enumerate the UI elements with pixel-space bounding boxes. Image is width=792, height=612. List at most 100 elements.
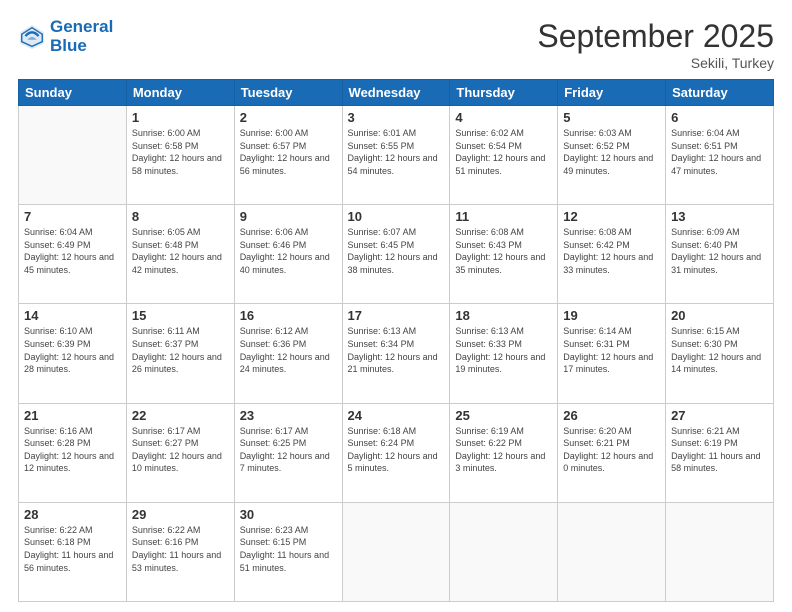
day-number: 10 (348, 209, 445, 224)
calendar-cell: 19 Sunrise: 6:14 AMSunset: 6:31 PMDayligh… (558, 304, 666, 403)
day-info: Sunrise: 6:04 AMSunset: 6:51 PMDaylight:… (671, 127, 768, 177)
calendar-cell (19, 106, 127, 205)
day-info: Sunrise: 6:18 AMSunset: 6:24 PMDaylight:… (348, 425, 445, 475)
day-info: Sunrise: 6:21 AMSunset: 6:19 PMDaylight:… (671, 425, 768, 475)
day-number: 19 (563, 308, 660, 323)
calendar-cell: 8 Sunrise: 6:05 AMSunset: 6:48 PMDaylight… (126, 205, 234, 304)
calendar-cell: 21 Sunrise: 6:16 AMSunset: 6:28 PMDayligh… (19, 403, 127, 502)
day-number: 5 (563, 110, 660, 125)
day-number: 29 (132, 507, 229, 522)
subtitle: Sekili, Turkey (537, 55, 774, 71)
day-number: 9 (240, 209, 337, 224)
day-number: 16 (240, 308, 337, 323)
calendar-cell (666, 502, 774, 601)
calendar-cell: 26 Sunrise: 6:20 AMSunset: 6:21 PMDayligh… (558, 403, 666, 502)
day-number: 23 (240, 408, 337, 423)
calendar-cell: 30 Sunrise: 6:23 AMSunset: 6:15 PMDayligh… (234, 502, 342, 601)
day-number: 14 (24, 308, 121, 323)
calendar-cell: 29 Sunrise: 6:22 AMSunset: 6:16 PMDayligh… (126, 502, 234, 601)
day-info: Sunrise: 6:15 AMSunset: 6:30 PMDaylight:… (671, 325, 768, 375)
day-number: 4 (455, 110, 552, 125)
day-info: Sunrise: 6:05 AMSunset: 6:48 PMDaylight:… (132, 226, 229, 276)
week-row-0: 1 Sunrise: 6:00 AMSunset: 6:58 PMDaylight… (19, 106, 774, 205)
day-number: 15 (132, 308, 229, 323)
day-info: Sunrise: 6:19 AMSunset: 6:22 PMDaylight:… (455, 425, 552, 475)
calendar-cell: 7 Sunrise: 6:04 AMSunset: 6:49 PMDaylight… (19, 205, 127, 304)
day-number: 30 (240, 507, 337, 522)
day-info: Sunrise: 6:20 AMSunset: 6:21 PMDaylight:… (563, 425, 660, 475)
day-info: Sunrise: 6:23 AMSunset: 6:15 PMDaylight:… (240, 524, 337, 574)
day-info: Sunrise: 6:00 AMSunset: 6:57 PMDaylight:… (240, 127, 337, 177)
calendar-cell: 6 Sunrise: 6:04 AMSunset: 6:51 PMDaylight… (666, 106, 774, 205)
calendar-cell: 24 Sunrise: 6:18 AMSunset: 6:24 PMDayligh… (342, 403, 450, 502)
day-info: Sunrise: 6:13 AMSunset: 6:34 PMDaylight:… (348, 325, 445, 375)
weekday-header-saturday: Saturday (666, 80, 774, 106)
day-info: Sunrise: 6:00 AMSunset: 6:58 PMDaylight:… (132, 127, 229, 177)
calendar-cell: 18Sunrise: 6:13 AMSunset: 6:33 PMDayligh… (450, 304, 558, 403)
calendar-cell: 27Sunrise: 6:21 AMSunset: 6:19 PMDayligh… (666, 403, 774, 502)
day-info: Sunrise: 6:10 AMSunset: 6:39 PMDaylight:… (24, 325, 121, 375)
day-info: Sunrise: 6:17 AMSunset: 6:25 PMDaylight:… (240, 425, 337, 475)
calendar-cell: 15 Sunrise: 6:11 AMSunset: 6:37 PMDayligh… (126, 304, 234, 403)
weekday-header-friday: Friday (558, 80, 666, 106)
day-number: 3 (348, 110, 445, 125)
day-info: Sunrise: 6:09 AMSunset: 6:40 PMDaylight:… (671, 226, 768, 276)
day-number: 6 (671, 110, 768, 125)
day-number: 21 (24, 408, 121, 423)
calendar-cell: 17Sunrise: 6:13 AMSunset: 6:34 PMDayligh… (342, 304, 450, 403)
logo-icon (18, 23, 46, 51)
day-number: 12 (563, 209, 660, 224)
weekday-header-thursday: Thursday (450, 80, 558, 106)
day-number: 20 (671, 308, 768, 323)
calendar-cell: 20 Sunrise: 6:15 AMSunset: 6:30 PMDayligh… (666, 304, 774, 403)
day-info: Sunrise: 6:22 AMSunset: 6:18 PMDaylight:… (24, 524, 121, 574)
day-number: 28 (24, 507, 121, 522)
calendar-cell: 22Sunrise: 6:17 AMSunset: 6:27 PMDayligh… (126, 403, 234, 502)
week-row-1: 7 Sunrise: 6:04 AMSunset: 6:49 PMDaylight… (19, 205, 774, 304)
day-number: 7 (24, 209, 121, 224)
day-number: 8 (132, 209, 229, 224)
week-row-4: 28 Sunrise: 6:22 AMSunset: 6:18 PMDayligh… (19, 502, 774, 601)
calendar-cell: 28 Sunrise: 6:22 AMSunset: 6:18 PMDayligh… (19, 502, 127, 601)
day-info: Sunrise: 6:14 AMSunset: 6:31 PMDaylight:… (563, 325, 660, 375)
calendar-cell: 9 Sunrise: 6:06 AMSunset: 6:46 PMDaylight… (234, 205, 342, 304)
day-info: Sunrise: 6:17 AMSunset: 6:27 PMDaylight:… (132, 425, 229, 475)
calendar-cell (558, 502, 666, 601)
day-number: 18 (455, 308, 552, 323)
day-number: 1 (132, 110, 229, 125)
week-row-2: 14 Sunrise: 6:10 AMSunset: 6:39 PMDayligh… (19, 304, 774, 403)
day-info: Sunrise: 6:22 AMSunset: 6:16 PMDaylight:… (132, 524, 229, 574)
day-info: Sunrise: 6:04 AMSunset: 6:49 PMDaylight:… (24, 226, 121, 276)
header: General Blue September 2025 Sekili, Turk… (18, 18, 774, 71)
day-info: Sunrise: 6:07 AMSunset: 6:45 PMDaylight:… (348, 226, 445, 276)
weekday-header-wednesday: Wednesday (342, 80, 450, 106)
calendar-cell: 23 Sunrise: 6:17 AMSunset: 6:25 PMDayligh… (234, 403, 342, 502)
logo-text: General Blue (50, 18, 113, 55)
main-title: September 2025 (537, 18, 774, 55)
day-info: Sunrise: 6:03 AMSunset: 6:52 PMDaylight:… (563, 127, 660, 177)
calendar-cell (450, 502, 558, 601)
day-number: 24 (348, 408, 445, 423)
calendar-cell: 13 Sunrise: 6:09 AMSunset: 6:40 PMDayligh… (666, 205, 774, 304)
calendar-cell: 10 Sunrise: 6:07 AMSunset: 6:45 PMDayligh… (342, 205, 450, 304)
weekday-header-tuesday: Tuesday (234, 80, 342, 106)
weekday-header-row: SundayMondayTuesdayWednesdayThursdayFrid… (19, 80, 774, 106)
day-number: 25 (455, 408, 552, 423)
day-info: Sunrise: 6:08 AMSunset: 6:42 PMDaylight:… (563, 226, 660, 276)
day-info: Sunrise: 6:11 AMSunset: 6:37 PMDaylight:… (132, 325, 229, 375)
day-info: Sunrise: 6:08 AMSunset: 6:43 PMDaylight:… (455, 226, 552, 276)
calendar-cell: 25 Sunrise: 6:19 AMSunset: 6:22 PMDayligh… (450, 403, 558, 502)
calendar-cell: 12 Sunrise: 6:08 AMSunset: 6:42 PMDayligh… (558, 205, 666, 304)
day-info: Sunrise: 6:02 AMSunset: 6:54 PMDaylight:… (455, 127, 552, 177)
calendar-cell: 1 Sunrise: 6:00 AMSunset: 6:58 PMDaylight… (126, 106, 234, 205)
logo: General Blue (18, 18, 113, 55)
day-info: Sunrise: 6:06 AMSunset: 6:46 PMDaylight:… (240, 226, 337, 276)
day-number: 13 (671, 209, 768, 224)
day-info: Sunrise: 6:16 AMSunset: 6:28 PMDaylight:… (24, 425, 121, 475)
calendar-cell: 14 Sunrise: 6:10 AMSunset: 6:39 PMDayligh… (19, 304, 127, 403)
calendar-cell: 3Sunrise: 6:01 AMSunset: 6:55 PMDaylight… (342, 106, 450, 205)
calendar-table: SundayMondayTuesdayWednesdayThursdayFrid… (18, 79, 774, 602)
day-number: 26 (563, 408, 660, 423)
calendar-cell (342, 502, 450, 601)
day-number: 11 (455, 209, 552, 224)
